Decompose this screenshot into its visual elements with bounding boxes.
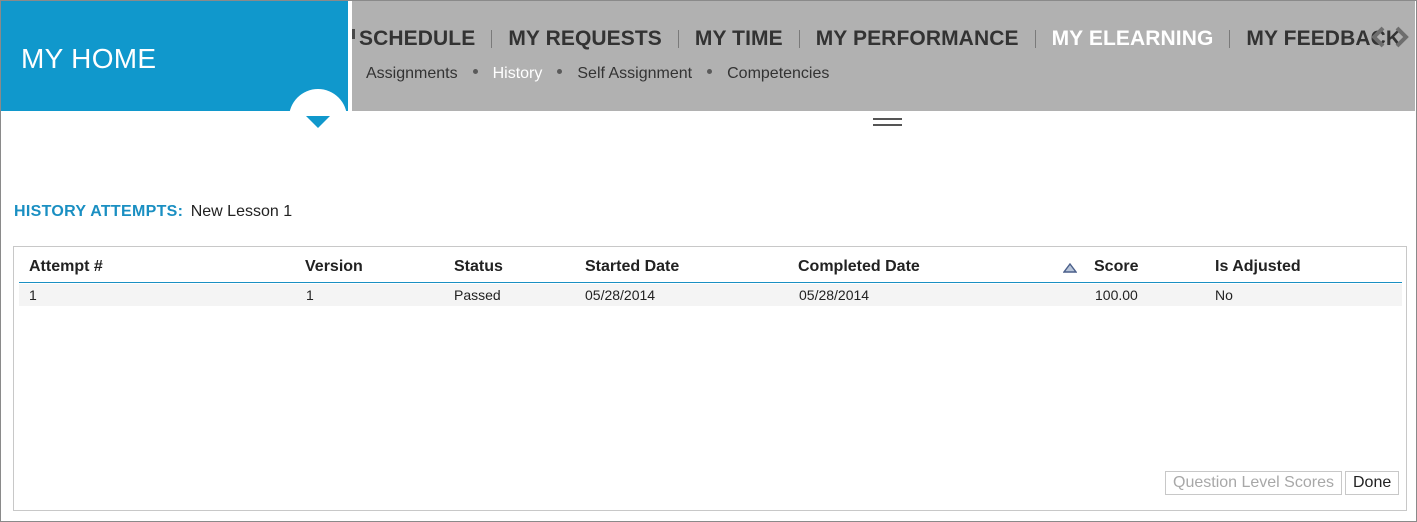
subnav-bullet [707,68,713,74]
drag-handle-icon[interactable] [873,118,902,127]
chevron-down-icon [306,116,330,128]
subnav-item-self-assignment[interactable]: Self Assignment [577,65,692,83]
nav-scroll-arrows [1367,23,1413,51]
subnav-item-history[interactable]: History [493,65,543,83]
main-nav: SCHEDULE MY REQUESTS MY TIME MY PERFORMA… [359,27,1401,51]
nav-divider [798,30,800,48]
column-header-completed-date[interactable]: Completed Date [798,258,920,276]
subnav-bullet [472,68,478,74]
my-home-panel: MY HOME [1,1,348,111]
subnav-bullet [557,68,563,74]
sort-ascending-icon[interactable] [1063,263,1077,273]
table-row[interactable]: 1 1 Passed 05/28/2014 05/28/2014 100.00 … [19,284,1402,306]
history-attempts-panel: Attempt # Version Status Started Date Co… [13,246,1407,511]
heading-label: HISTORY ATTEMPTS: [14,203,184,220]
nav-scroll-right-button[interactable] [1391,23,1413,51]
nav-divider [677,30,679,48]
column-header-status[interactable]: Status [454,258,503,276]
cell-version: 1 [306,287,314,303]
column-header-attempt[interactable]: Attempt # [29,258,103,276]
nav-item-my-time[interactable]: MY TIME [695,27,783,51]
nav-item-my-elearning[interactable]: MY ELEARNING [1052,27,1214,51]
nav-item-schedule[interactable]: SCHEDULE [359,27,475,51]
home-toggle-button[interactable] [289,89,347,147]
nav-item-my-performance[interactable]: MY PERFORMANCE [816,27,1019,51]
chevron-right-icon [1395,26,1409,48]
sub-nav: Assignments History Self Assignment Comp… [366,65,829,83]
nav-divider [1034,30,1036,48]
chevron-left-icon [1371,26,1385,48]
column-header-is-adjusted[interactable]: Is Adjusted [1215,258,1301,276]
subnav-item-competencies[interactable]: Competencies [727,65,829,83]
question-level-scores-button[interactable]: Question Level Scores [1165,471,1342,495]
cell-is-adjusted: No [1215,287,1233,303]
done-button[interactable]: Done [1345,471,1400,495]
cell-attempt: 1 [29,287,37,303]
nav-scroll-left-button[interactable] [1367,23,1389,51]
column-header-version[interactable]: Version [305,258,363,276]
top-nav-bar: SCHEDULE MY REQUESTS MY TIME MY PERFORMA… [352,1,1415,111]
subnav-item-assignments[interactable]: Assignments [366,65,458,83]
nav-divider [1229,30,1231,48]
nav-item-my-requests[interactable]: MY REQUESTS [508,27,662,51]
table-header: Attempt # Version Status Started Date Co… [19,255,1402,283]
cell-status: Passed [454,287,501,303]
home-title: MY HOME [21,43,157,74]
column-header-score[interactable]: Score [1094,258,1138,276]
cell-started-date: 05/28/2014 [585,287,656,303]
history-attempts-heading: HISTORY ATTEMPTS: New Lesson 1 [14,203,292,221]
cell-completed-date: 05/28/2014 [799,287,870,303]
nav-divider-partial [352,29,355,39]
nav-divider [491,30,493,48]
lesson-name: New Lesson 1 [190,203,293,220]
column-header-started-date[interactable]: Started Date [585,258,679,276]
cell-score: 100.00 [1095,287,1138,303]
